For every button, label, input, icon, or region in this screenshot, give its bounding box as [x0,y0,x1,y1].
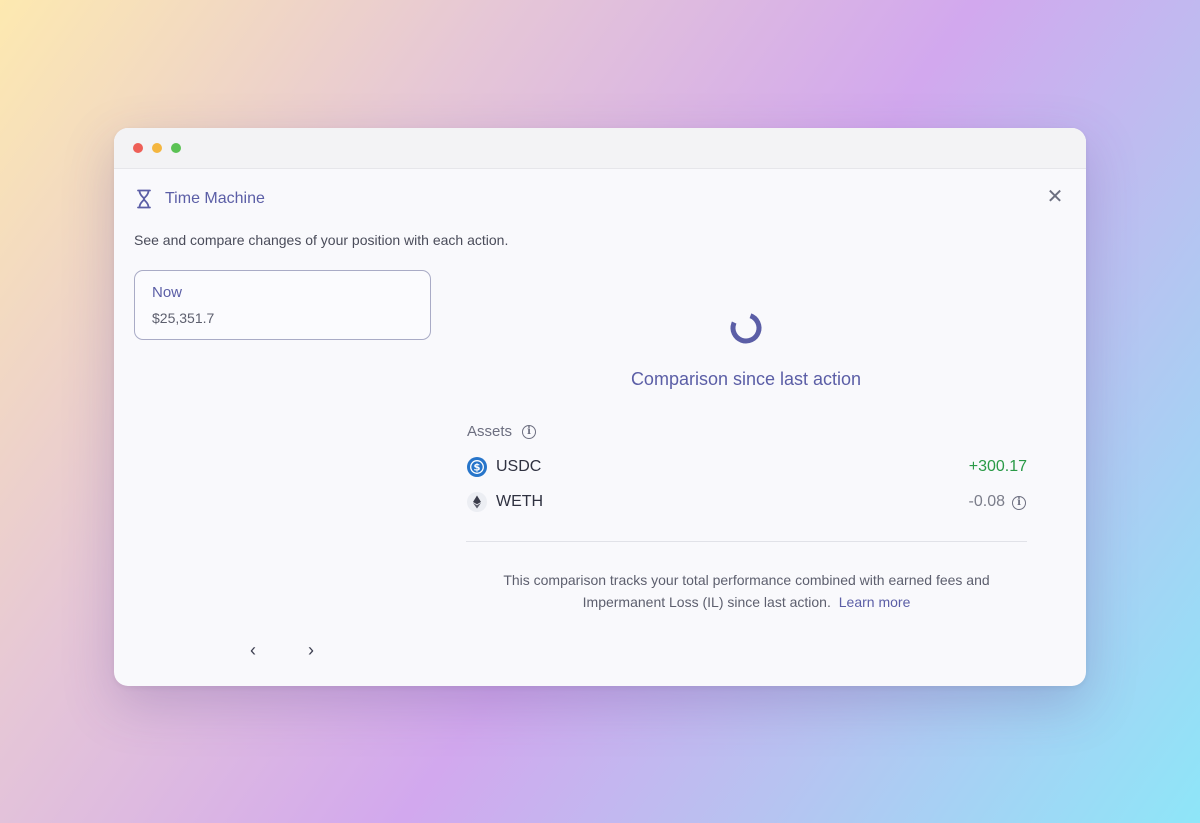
asset-symbol: WETH [496,493,544,510]
hourglass-icon [136,189,152,209]
loading-spinner-icon [730,312,762,344]
asset-row-weth: WETH -0.08 i [467,490,1027,514]
window-maximize-dot[interactable] [171,143,181,153]
asset-row-usdc: $ USDC +300.17 [467,455,1027,479]
close-button[interactable]: ✕ [1044,186,1066,208]
window-titlebar [114,128,1086,169]
learn-more-link[interactable]: Learn more [839,594,911,610]
comparison-title: Comparison since last action [630,369,862,389]
info-icon[interactable]: i [522,424,537,439]
assets-header: Assets i [467,423,537,440]
asset-symbol: USDC [496,458,542,475]
snapshot-label: Now [152,284,183,301]
previous-page-button[interactable]: ‹ [243,640,263,661]
eth-icon [467,492,487,512]
info-icon[interactable]: i [1012,496,1026,510]
svg-text:$: $ [474,463,481,474]
section-divider [466,541,1027,542]
next-page-button[interactable]: › [301,640,321,661]
time-machine-window: Time Machine ✕ See and compare changes o… [114,128,1086,686]
snapshot-card-now[interactable]: Now $25,351.7 [134,270,431,340]
asset-change-value: -0.08 [968,493,1005,510]
window-minimize-dot[interactable] [152,143,162,153]
assets-label: Assets [467,423,513,440]
dialog-header: Time Machine [136,189,265,209]
snapshot-value: $25,351.7 [152,310,215,326]
asset-change-value: +300.17 [968,458,1027,475]
footnote-text: This comparison tracks your total perfor… [503,572,990,610]
dialog-title: Time Machine [165,190,265,207]
window-close-dot[interactable] [133,143,143,153]
dialog-subtitle: See and compare changes of your position… [134,232,509,248]
usdc-icon: $ [467,457,487,477]
comparison-footnote: This comparison tracks your total perfor… [466,569,1027,613]
